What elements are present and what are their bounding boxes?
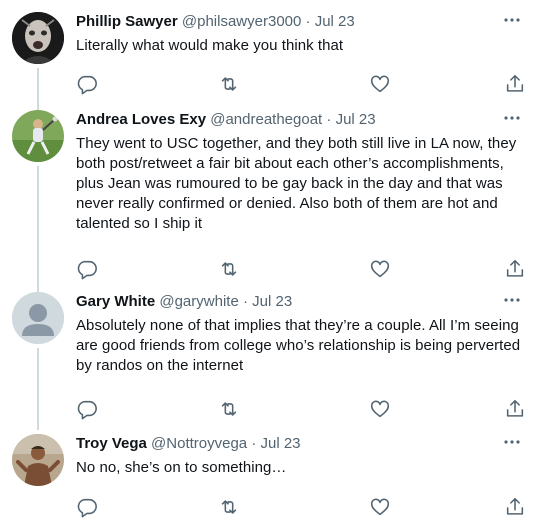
tweet-date[interactable]: Jul 23 <box>315 13 355 30</box>
tweet[interactable]: Gary White @garywhite · Jul 23 Absolutel… <box>0 280 540 424</box>
author-name[interactable]: Andrea Loves Exy <box>76 111 206 128</box>
author-handle[interactable]: @philsawyer3000 <box>182 13 301 30</box>
more-horizontal-icon <box>504 440 520 444</box>
author-name[interactable]: Phillip Sawyer <box>76 13 178 30</box>
reply-button[interactable] <box>76 496 98 518</box>
reply-icon <box>77 75 97 95</box>
more-horizontal-icon <box>504 298 520 302</box>
author-handle[interactable]: @garywhite <box>159 293 238 310</box>
reply-button[interactable] <box>76 398 98 420</box>
author-handle[interactable]: @andreathegoat <box>210 111 322 128</box>
reply-icon <box>77 400 97 420</box>
avatar-photo <box>12 434 64 486</box>
retweet-button[interactable] <box>218 73 240 95</box>
reply-icon <box>77 260 97 280</box>
separator-dot: · <box>242 293 248 310</box>
avatar-photo <box>12 110 64 162</box>
more-horizontal-icon <box>504 116 520 120</box>
retweet-icon <box>221 500 237 514</box>
avatar[interactable] <box>12 434 64 486</box>
separator-dot: · <box>305 13 311 30</box>
tweet-date[interactable]: Jul 23 <box>336 111 376 128</box>
like-button[interactable] <box>369 398 391 420</box>
share-icon <box>506 497 524 515</box>
like-button[interactable] <box>369 73 391 95</box>
heart-icon <box>370 498 390 516</box>
more-options-button[interactable] <box>500 432 524 452</box>
author-name[interactable]: Gary White <box>76 293 155 310</box>
share-button[interactable] <box>504 398 526 420</box>
tweet[interactable]: Troy Vega @Nottroyvega · Jul 23 No no, s… <box>0 422 540 529</box>
heart-icon <box>370 260 390 278</box>
tweet-actions <box>76 73 524 97</box>
reply-icon <box>77 498 97 518</box>
share-icon <box>506 399 524 417</box>
author-handle[interactable]: @Nottroyvega <box>151 435 247 452</box>
share-button[interactable] <box>504 73 526 95</box>
reply-button[interactable] <box>76 73 98 95</box>
more-options-button[interactable] <box>500 10 524 30</box>
tweet-actions <box>76 398 524 422</box>
avatar-photo <box>12 12 64 64</box>
more-options-button[interactable] <box>500 108 524 128</box>
share-button[interactable] <box>504 258 526 280</box>
share-icon <box>506 259 524 277</box>
like-button[interactable] <box>369 496 391 518</box>
like-button[interactable] <box>369 258 391 280</box>
default-profile-icon <box>12 292 64 344</box>
share-button[interactable] <box>504 496 526 518</box>
more-horizontal-icon <box>504 18 520 22</box>
avatar[interactable] <box>12 292 64 344</box>
author-name[interactable]: Troy Vega <box>76 435 147 452</box>
retweet-icon <box>221 402 237 416</box>
avatar[interactable] <box>12 110 64 162</box>
tweet-date[interactable]: Jul 23 <box>261 435 301 452</box>
tweet-actions <box>76 258 524 282</box>
separator-dot: · <box>251 435 257 452</box>
retweet-icon <box>221 262 237 276</box>
tweet-text: No no, she’s on to something… <box>76 459 287 476</box>
tweet-actions <box>76 496 524 520</box>
avatar[interactable] <box>12 12 64 64</box>
retweet-button[interactable] <box>218 496 240 518</box>
retweet-icon <box>221 77 237 91</box>
tweet-date[interactable]: Jul 23 <box>252 293 292 310</box>
reply-button[interactable] <box>76 258 98 280</box>
tweet-text: Literally what would make you think that <box>76 37 344 54</box>
tweet[interactable]: Andrea Loves Exy @andreathegoat · Jul 23… <box>0 98 540 286</box>
separator-dot: · <box>326 111 332 128</box>
tweet-text: They went to USC together, and they both… <box>76 135 517 232</box>
tweet-text: Absolutely none of that implies that the… <box>76 317 521 374</box>
more-options-button[interactable] <box>500 290 524 310</box>
heart-icon <box>370 400 390 418</box>
tweet[interactable]: Phillip Sawyer @philsawyer3000 · Jul 23 … <box>0 0 540 104</box>
retweet-button[interactable] <box>218 258 240 280</box>
heart-icon <box>370 75 390 93</box>
retweet-button[interactable] <box>218 398 240 420</box>
share-icon <box>506 74 524 92</box>
